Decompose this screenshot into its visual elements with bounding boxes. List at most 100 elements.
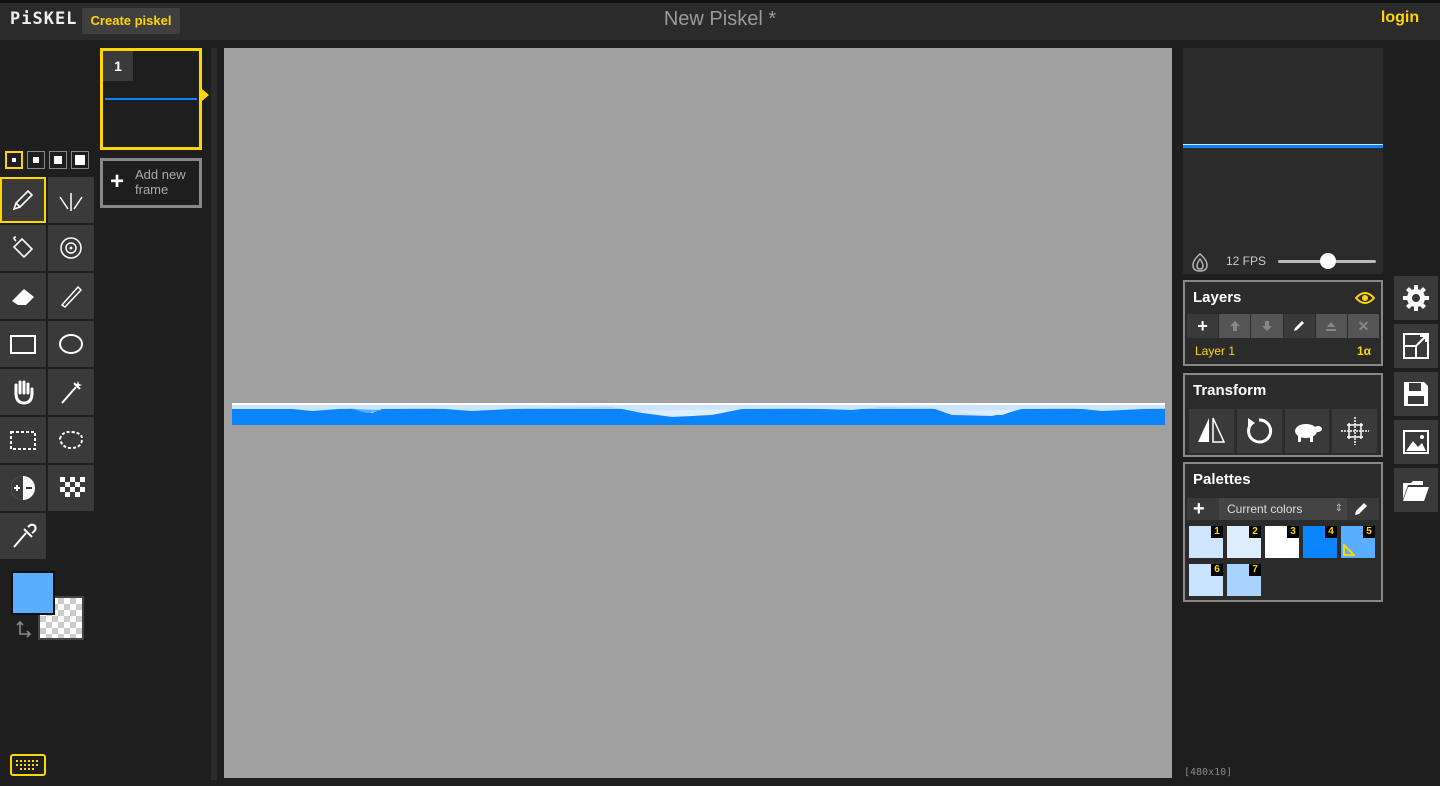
transform-title: Transform (1193, 382, 1267, 399)
palettes-panel: Palettes + Current colors ⇕ 1 2 3 4 5 6 … (1183, 462, 1383, 602)
checkerboard-icon (60, 477, 85, 497)
mirror-pen-icon (59, 193, 83, 211)
layers-title: Layers (1193, 289, 1242, 306)
eraser-icon (12, 289, 34, 305)
move-layer-up-button[interactable] (1219, 314, 1251, 338)
stroke-icon (60, 285, 83, 308)
lasso-selection-tool[interactable] (48, 417, 94, 463)
palette-swatch-2[interactable]: 2 (1227, 526, 1261, 558)
eraser-tool[interactable] (0, 273, 46, 319)
resize-button[interactable] (1394, 324, 1438, 368)
lasso-icon (58, 430, 84, 450)
target-bucket-icon (60, 237, 82, 259)
circle-icon (59, 334, 83, 354)
center-button[interactable] (1332, 409, 1377, 453)
pen-size-4[interactable] (71, 151, 89, 169)
flip-icon (1198, 417, 1226, 443)
vertical-mirror-pen-tool[interactable] (48, 177, 94, 223)
create-piskel-button[interactable]: Create piskel (82, 8, 180, 34)
pen-tool[interactable] (0, 177, 46, 223)
primary-color-swatch[interactable] (11, 571, 55, 615)
arrow-down-icon (1261, 321, 1272, 331)
onion-skin-icon[interactable] (1189, 251, 1211, 273)
pencil-icon (1294, 321, 1305, 331)
keyboard-shortcuts-icon[interactable] (10, 754, 46, 776)
pen-size-3[interactable] (49, 151, 67, 169)
lighten-tool[interactable] (0, 465, 46, 511)
fps-slider-handle[interactable] (1320, 253, 1336, 269)
flip-button[interactable] (1189, 409, 1234, 453)
fps-label: 12 FPS (1226, 254, 1267, 268)
swatch-number: 6 (1211, 564, 1223, 576)
import-button[interactable] (1394, 468, 1438, 512)
layer-row[interactable]: Layer 1 1α (1187, 342, 1379, 362)
move-tool[interactable] (0, 369, 46, 415)
color-picker-tool[interactable] (0, 513, 46, 559)
save-button[interactable] (1394, 372, 1438, 416)
paint-all-same-color-tool[interactable] (48, 225, 94, 271)
rectangle-tool[interactable] (0, 321, 46, 367)
palette-swatch-7[interactable]: 7 (1227, 564, 1261, 596)
palette-swatch-4[interactable]: 4 (1303, 526, 1337, 558)
swatch-number: 3 (1287, 526, 1299, 538)
palette-swatch-3[interactable]: 3 (1265, 526, 1299, 558)
plus-icon: + (110, 168, 125, 195)
palette-swatch-5[interactable]: 5 (1341, 526, 1375, 558)
folder-open-icon (1403, 481, 1429, 501)
pen-size-1[interactable] (5, 151, 23, 169)
paint-bucket-tool[interactable] (0, 225, 46, 271)
chevron-updown-icon: ⇕ (1334, 503, 1343, 514)
clone-button[interactable] (1284, 409, 1330, 453)
hand-icon (14, 380, 34, 405)
rename-layer-button[interactable] (1283, 314, 1315, 338)
pen-size-selector (5, 151, 95, 171)
add-palette-button[interactable]: + (1193, 498, 1205, 520)
palette-swatch-6[interactable]: 6 (1189, 564, 1223, 596)
merge-layer-button[interactable] (1315, 314, 1347, 338)
add-frame-label: Add new frame (135, 167, 186, 197)
merge-icon (1326, 322, 1337, 331)
swatch-number: 5 (1363, 526, 1375, 538)
frames-splitter[interactable] (211, 48, 217, 780)
circle-tool[interactable] (48, 321, 94, 367)
plus-icon: + (1197, 315, 1208, 336)
transform-panel: Transform (1183, 373, 1383, 457)
settings-button[interactable] (1394, 276, 1438, 320)
animation-preview[interactable] (1183, 48, 1383, 274)
sheep-icon (1294, 424, 1322, 442)
swap-colors-icon[interactable] (14, 620, 34, 640)
layer-actions: + ✕ (1187, 314, 1380, 338)
palettes-title: Palettes (1193, 471, 1251, 488)
swatch-number: 4 (1325, 526, 1337, 538)
layer-name: Layer 1 (1195, 344, 1236, 358)
align-center-icon (1340, 417, 1369, 445)
export-button[interactable] (1394, 420, 1438, 464)
add-layer-button[interactable]: + (1187, 314, 1219, 338)
login-link[interactable]: login (1362, 9, 1438, 27)
rectangle-selection-tool[interactable] (0, 417, 46, 463)
stroke-tool[interactable] (48, 273, 94, 319)
pen-size-2[interactable] (27, 151, 45, 169)
delete-layer-button[interactable]: ✕ (1347, 314, 1380, 338)
palette-swatch-1[interactable]: 1 (1189, 526, 1223, 558)
eyedropper-icon (13, 523, 37, 548)
shape-selection-tool[interactable] (48, 369, 94, 415)
palette-select[interactable]: Current colors ⇕ (1219, 498, 1347, 520)
close-icon: ✕ (1357, 317, 1370, 334)
layer-opacity[interactable]: 1α (1357, 344, 1371, 358)
lighten-icon (11, 476, 35, 500)
gear-icon (1403, 285, 1429, 311)
selected-color-marker-icon (1343, 544, 1355, 556)
edit-palette-icon[interactable] (1353, 501, 1369, 517)
piskel-logo[interactable]: PiSKEL (10, 9, 77, 29)
rectangle-icon (10, 335, 36, 354)
magic-wand-icon (61, 381, 82, 404)
rotate-button[interactable] (1236, 409, 1282, 453)
dithering-tool[interactable] (48, 465, 94, 511)
canvas-size-label: [480x10] (1184, 767, 1233, 778)
current-frame-marker (202, 89, 209, 101)
palette-select-value: Current colors (1227, 502, 1303, 516)
eye-icon[interactable] (1355, 291, 1375, 305)
pixel-art-drawing (232, 403, 1165, 425)
move-layer-down-button[interactable] (1251, 314, 1283, 338)
